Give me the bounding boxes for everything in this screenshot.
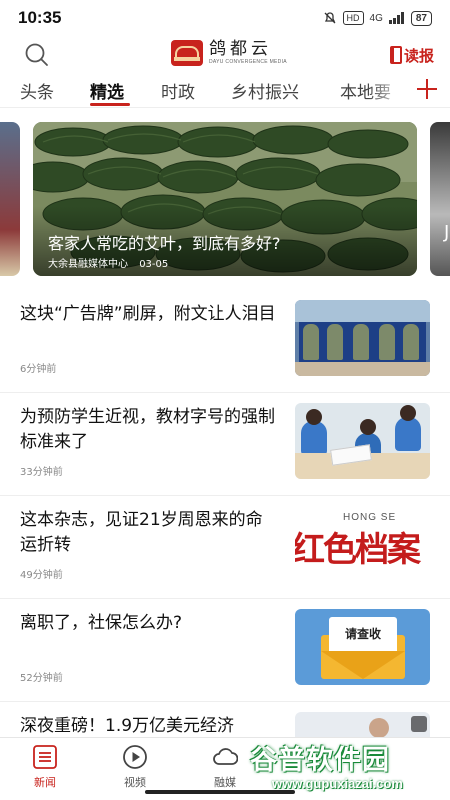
app-header: 鸽都云 DAYU CONVERGENCE MEDIA 读报 (0, 36, 450, 72)
nav-media-label: 融媒 (214, 776, 236, 789)
active-tab-indicator (90, 103, 130, 106)
brand-subtitle: DAYU CONVERGENCE MEDIA (209, 59, 287, 65)
list-item[interactable]: 为预防学生近视，教材字号的强制标准来了 33分钟前 (0, 393, 450, 496)
carousel-title: 客家人常吃的艾叶，到底有多好? (48, 234, 281, 253)
carousel-main-card[interactable]: 客家人常吃的艾叶，到底有多好? 大余县融媒体中心 03-05 (33, 122, 417, 276)
news-time: 49分钟前 (20, 570, 63, 581)
nav-media[interactable]: 融媒 (200, 744, 250, 790)
signal-icon (388, 12, 404, 24)
nav-video[interactable]: 视频 (110, 744, 160, 790)
list-item[interactable]: 这块“广告牌”刷屏，附文让人泪目 6分钟前 (0, 290, 450, 393)
search-icon[interactable] (24, 42, 50, 68)
read-newspaper-button[interactable]: 读报 (389, 42, 434, 68)
nav-news[interactable]: 新闻 (20, 744, 70, 790)
news-thumbnail (295, 300, 430, 376)
news-time: 6分钟前 (20, 364, 57, 375)
read-newspaper-label: 读报 (403, 46, 434, 65)
brand: 鸽都云 DAYU CONVERGENCE MEDIA (171, 40, 287, 66)
news-title: 深夜重磅！1.9万亿美元经济 (20, 716, 235, 736)
newspaper-icon (389, 46, 402, 64)
news-thumbnail: HONG SE 红色档案 (295, 506, 430, 582)
play-icon (411, 716, 427, 732)
featured-carousel: 客家人常吃的艾叶，到底有多好? 大余县融媒体中心 03-05 J (0, 122, 450, 276)
news-title: 为预防学生近视，教材字号的强制标准来了 (20, 407, 275, 452)
news-title: 这块“广告牌”刷屏，附文让人泪目 (20, 304, 276, 324)
carousel-source: 大余县融媒体中心 (48, 259, 128, 270)
nav-video-label: 视频 (124, 776, 146, 789)
add-channel-icon[interactable] (414, 76, 440, 102)
nav-news-label: 新闻 (34, 776, 56, 789)
brand-name: 鸽都云 (209, 39, 272, 59)
channel-tabs: 头条 精选 时政 乡村振兴 本地要 (0, 72, 450, 108)
carousel-next-text: J (444, 222, 450, 243)
list-item[interactable]: 这本杂志，见证21岁周恩来的命运折转 49分钟前 HONG SE 红色档案 (0, 496, 450, 599)
tab-headlines[interactable]: 头条 (20, 78, 54, 103)
mute-alarm-icon (324, 12, 335, 24)
news-time: 52分钟前 (20, 673, 63, 684)
list-item[interactable]: 离职了，社保怎么办? 52分钟前 请查收 (0, 599, 450, 702)
network-label: 4G (369, 12, 383, 24)
news-title: 这本杂志，见证21岁周恩来的命运折转 (20, 510, 263, 555)
status-bar: 10:35 HD 4G 87 (0, 0, 450, 36)
battery-level: 87 (410, 10, 432, 26)
status-icons: HD 4G 87 (323, 10, 432, 26)
news-thumbnail (295, 403, 430, 479)
tab-politics[interactable]: 时政 (161, 78, 195, 103)
news-list-icon (33, 745, 57, 769)
carousel-prev-card[interactable] (0, 122, 20, 276)
carousel-date: 03-05 (139, 259, 169, 270)
home-indicator[interactable] (145, 790, 295, 794)
news-time: 33分钟前 (20, 467, 63, 478)
brand-logo (171, 40, 203, 66)
status-time: 10:35 (18, 8, 62, 27)
tab-featured[interactable]: 精选 (90, 78, 124, 103)
watermark-text: 谷普软件园 (250, 745, 390, 776)
hd-badge: HD (342, 11, 364, 25)
news-title: 离职了，社保怎么办? (20, 613, 183, 633)
tab-rural-revitalization[interactable]: 乡村振兴 (231, 78, 299, 103)
cloud-icon (213, 748, 238, 765)
play-circle-icon (123, 745, 147, 769)
carousel-meta: 大余县融媒体中心 03-05 (48, 255, 168, 270)
watermark-url: www.gupuxiazai.com (272, 776, 403, 791)
carousel-next-card[interactable]: J (430, 122, 450, 276)
news-thumbnail: 请查收 (295, 609, 430, 685)
